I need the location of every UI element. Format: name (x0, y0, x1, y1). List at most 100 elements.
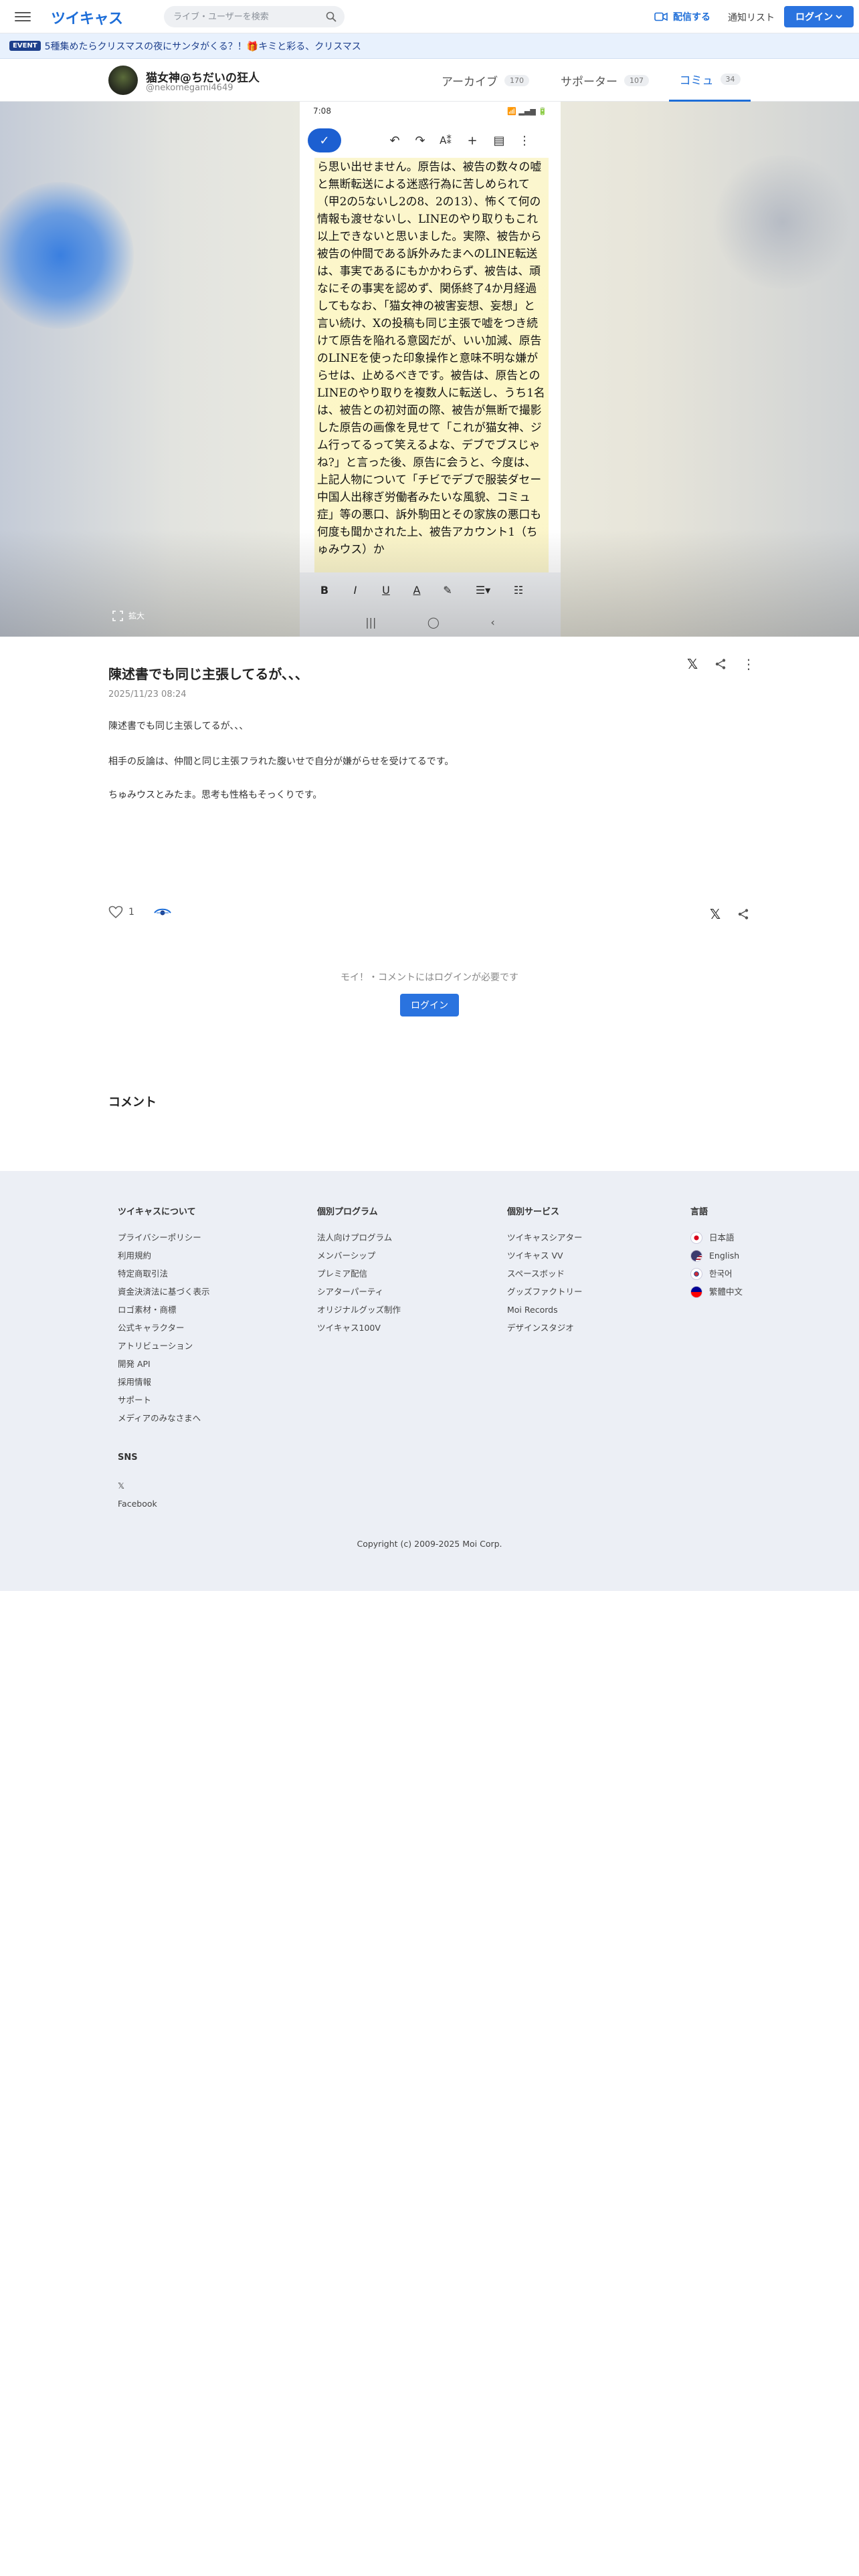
footer-link[interactable]: スペースボッド (507, 1265, 583, 1283)
korea-flag-icon (690, 1267, 702, 1280)
more-vertical-icon[interactable]: ⋮ (740, 655, 757, 673)
more-vertical-icon: ⋮ (518, 133, 531, 148)
footer-link[interactable]: グッズファクトリー (507, 1283, 583, 1301)
tab-count: 170 (504, 74, 529, 86)
footer-link[interactable]: ロゴ素材・商標 (118, 1301, 210, 1319)
footer-column-services: 個別サービス ツイキャスシアター ツイキャス VV スペースボッド グッズファク… (507, 1204, 583, 1337)
comment-login-button[interactable]: ログイン (400, 994, 459, 1016)
footer-link[interactable]: 開発 API (118, 1355, 210, 1373)
japan-flag-icon (690, 1231, 702, 1244)
x-share-icon[interactable]: 𝕏 (706, 905, 724, 923)
post-body-line: ちゅみウスとみたま。思考も性格もそっくりです。 (108, 790, 322, 800)
footer-link[interactable]: 法人向けプログラム (317, 1228, 401, 1247)
status-icons: 📶 ▂▄▆ 🔋 (507, 106, 547, 116)
expand-icon (112, 610, 123, 621)
zoom-label: 拡大 (128, 611, 145, 621)
tab-supporter[interactable]: サポーター 107 (561, 59, 649, 102)
language-option-english[interactable]: English (690, 1247, 743, 1265)
language-label: 繁體中文 (709, 1286, 743, 1297)
moi-eye-icon[interactable] (154, 907, 171, 918)
post-date: 2025/11/23 08:24 (108, 689, 187, 700)
language-option-korean[interactable]: 한국어 (690, 1265, 743, 1283)
event-banner[interactable]: EVENT 5種集めたらクリスマスの夜にサンタがくる？！🎁キミと彩る、クリスマス (0, 33, 859, 59)
user-id: @nekomegami4649 (146, 83, 233, 93)
site-header: ツイキャス 配信する 通知リスト ログイン (0, 0, 859, 33)
avatar[interactable] (108, 66, 138, 95)
redo-icon: ↷ (415, 133, 425, 148)
footer-column-language: 言語 日本語 English 한국어 繁體中文 (690, 1204, 743, 1301)
language-option-japanese[interactable]: 日本語 (690, 1228, 743, 1247)
document-text: ら思い出せません。原告は、被告の数々の嘘と無断転送による迷惑行為に苦しめられて（… (314, 158, 549, 572)
search-box (164, 6, 345, 27)
footer-link[interactable]: ツイキャス100V (317, 1319, 401, 1337)
language-label: 한국어 (709, 1268, 733, 1279)
zoom-button[interactable]: 拡大 (112, 610, 145, 621)
post-image[interactable]: 7:08 📶 ▂▄▆ 🔋 ✓ ↶ ↷ A⁑ + ▤ ⋮ ら思い出せません。原告は… (0, 102, 859, 637)
footer-link-facebook[interactable]: Facebook (118, 1495, 210, 1513)
plus-icon: + (467, 133, 478, 148)
footer-link[interactable]: アトリビューション (118, 1337, 210, 1355)
footer-column-about: ツイキャスについて プライバシーポリシー 利用規約 特定商取引法 資金決済法に基… (118, 1204, 210, 1513)
tab-label: コミュ (679, 74, 714, 88)
post-body-line: 陳述書でも同じ主張してるが､､､ (108, 721, 244, 732)
text-size-icon: A⁑ (440, 134, 452, 146)
footer-link[interactable]: 特定商取引法 (118, 1265, 210, 1283)
post-title: 陳述書でも同じ主張してるが､､､ (108, 666, 302, 682)
footer-heading: 言語 (690, 1207, 708, 1217)
taiwan-flag-icon (690, 1285, 702, 1298)
footer-heading: 個別プログラム (317, 1207, 378, 1217)
footer-link[interactable]: ツイキャスシアター (507, 1228, 583, 1247)
footer-link[interactable]: 採用情報 (118, 1373, 210, 1391)
post-share-actions: 𝕏 (706, 905, 752, 923)
language-label: 日本語 (709, 1232, 735, 1243)
photo-background-blur (0, 182, 134, 329)
login-label: ログイン (795, 12, 833, 23)
footer-link[interactable]: サポート (118, 1391, 210, 1409)
footer-link[interactable]: ツイキャス VV (507, 1247, 583, 1265)
footer-column-programs: 個別プログラム 法人向けプログラム メンバーシップ プレミア配信 シアターパーテ… (317, 1204, 401, 1337)
tab-count: 34 (720, 74, 741, 85)
hamburger-menu-icon[interactable] (15, 9, 31, 24)
tab-label: アーカイブ (442, 75, 498, 89)
footer-heading: 個別サービス (507, 1207, 560, 1217)
language-label: English (709, 1250, 740, 1261)
heart-icon (108, 905, 123, 919)
phone-status-bar: 7:08 📶 ▂▄▆ 🔋 (300, 102, 561, 120)
footer-link-x[interactable]: 𝕏 (118, 1477, 210, 1495)
tab-archive[interactable]: アーカイブ 170 (442, 59, 529, 102)
footer-link[interactable]: オリジナルグッズ制作 (317, 1301, 401, 1319)
share-icon[interactable] (712, 655, 729, 673)
notify-list-link[interactable]: 通知リスト (728, 11, 775, 24)
broadcast-label: 配信する (673, 12, 710, 23)
footer-link[interactable]: Moi Records (507, 1301, 583, 1319)
footer-link[interactable]: 公式キャラクター (118, 1319, 210, 1337)
login-button[interactable]: ログイン (784, 6, 854, 27)
share-icon[interactable] (735, 905, 752, 923)
footer-link[interactable]: デザインスタジオ (507, 1319, 583, 1337)
copyright: Copyright (c) 2009-2025 Moi Corp. (357, 1539, 502, 1549)
footer-link[interactable]: 資金決済法に基づく表示 (118, 1283, 210, 1301)
profile-bar: 猫女神@ちだいの狂人 @nekomegami4649 アーカイブ 170 サポー… (0, 59, 859, 102)
checkmark-icon: ✓ (308, 128, 341, 152)
x-share-icon[interactable]: 𝕏 (684, 655, 701, 673)
footer-link[interactable]: プレミア配信 (317, 1265, 401, 1283)
footer-link[interactable]: プライバシーポリシー (118, 1228, 210, 1247)
search-icon[interactable] (326, 11, 337, 22)
undo-icon: ↶ (389, 133, 400, 148)
site-logo[interactable]: ツイキャス (51, 7, 123, 28)
footer-link[interactable]: メディアのみなさまへ (118, 1409, 210, 1427)
broadcast-button[interactable]: 配信する (654, 8, 710, 25)
footer-link[interactable]: 利用規約 (118, 1247, 210, 1265)
search-input[interactable] (173, 6, 314, 27)
status-time: 7:08 (313, 106, 331, 116)
tab-community[interactable]: コミュ 34 (669, 59, 751, 102)
post-actions: 𝕏 ⋮ (684, 655, 757, 673)
comment-icon: ▤ (493, 133, 505, 148)
footer-link[interactable]: シアターパーティ (317, 1283, 401, 1301)
language-option-traditional-chinese[interactable]: 繁體中文 (690, 1283, 743, 1301)
site-footer: ツイキャスについて プライバシーポリシー 利用規約 特定商取引法 資金決済法に基… (0, 1171, 859, 1591)
footer-heading: ツイキャスについて (118, 1207, 196, 1217)
footer-link[interactable]: メンバーシップ (317, 1247, 401, 1265)
like-button[interactable]: 1 (108, 905, 134, 919)
event-text: 5種集めたらクリスマスの夜にサンタがくる？！🎁キミと彩る、クリスマス (44, 41, 361, 52)
